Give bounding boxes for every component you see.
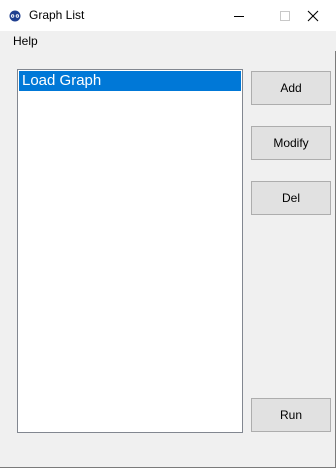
add-button[interactable]: Add	[251, 71, 331, 105]
close-button[interactable]	[290, 0, 336, 31]
run-button[interactable]: Run	[251, 398, 331, 432]
list-item-load-graph[interactable]: Load Graph	[19, 71, 241, 91]
minimize-button[interactable]	[216, 0, 262, 31]
menu-item-help[interactable]: Help	[10, 34, 41, 48]
graph-app-icon	[9, 10, 21, 22]
title-bar[interactable]: Graph List	[0, 0, 336, 31]
graph-list-window: Graph List Help Load Graph Add Modify De…	[0, 0, 336, 468]
close-icon	[307, 10, 319, 22]
menu-bar: Help	[0, 31, 336, 51]
delete-button[interactable]: Del	[251, 181, 331, 215]
modify-button[interactable]: Modify	[251, 126, 331, 160]
graph-listbox[interactable]: Load Graph	[17, 69, 243, 433]
minimize-icon	[234, 16, 244, 17]
window-title: Graph List	[29, 8, 85, 22]
